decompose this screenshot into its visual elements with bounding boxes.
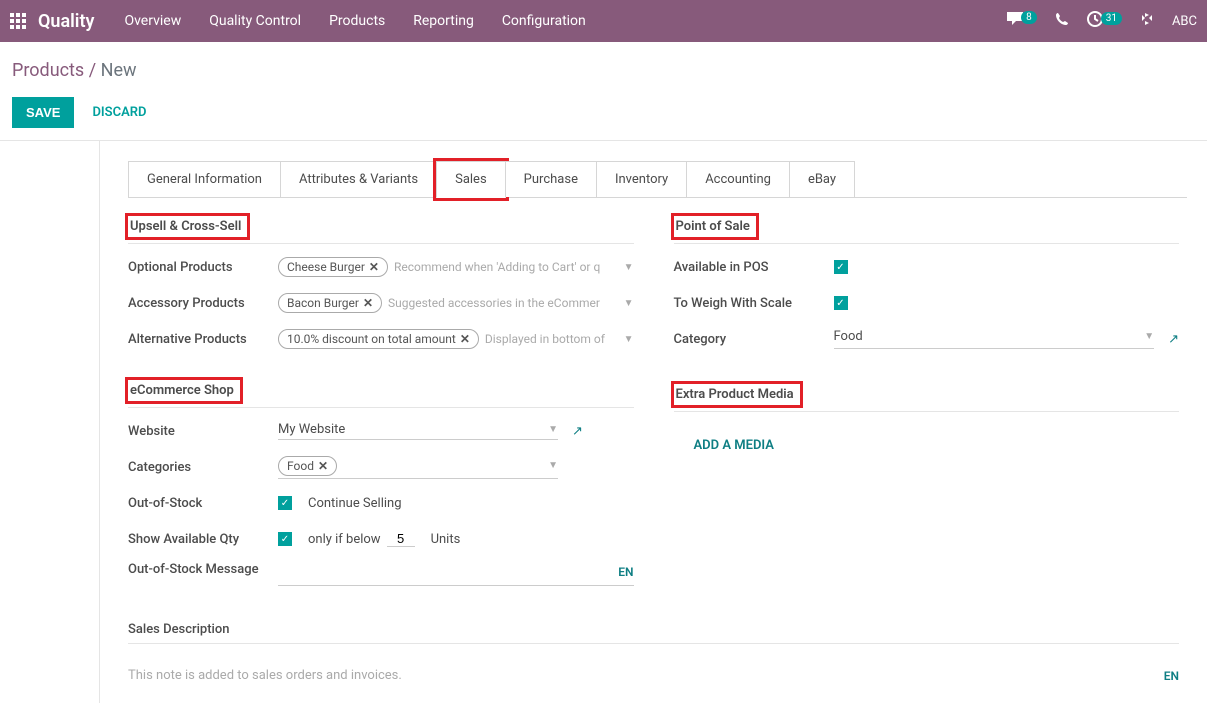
tab-purchase[interactable]: Purchase <box>505 161 597 197</box>
breadcrumb-current: New <box>101 60 137 81</box>
breadcrumb: Products / New <box>0 42 1207 89</box>
sales-description-input[interactable]: This note is added to sales orders and i… <box>128 668 1164 683</box>
nav-configuration[interactable]: Configuration <box>502 13 586 29</box>
language-indicator[interactable]: EN <box>618 565 633 579</box>
remove-tag-icon[interactable]: ✕ <box>369 260 379 274</box>
nav-products[interactable]: Products <box>329 13 385 29</box>
show-available-qty-checkbox[interactable]: ✓ <box>278 532 292 546</box>
add-media-button[interactable]: ADD A MEDIA <box>674 438 774 453</box>
alternative-products-tag[interactable]: 10.0% discount on total amount ✕ <box>278 329 479 349</box>
chevron-down-icon[interactable]: ▼ <box>624 334 634 345</box>
debug-icon[interactable] <box>1140 12 1154 30</box>
accessory-products-label: Accessory Products <box>128 296 278 311</box>
tabs: General Information Attributes & Variant… <box>128 161 1187 198</box>
section-media: Extra Product Media <box>674 384 1180 412</box>
accessory-products-tag[interactable]: Bacon Burger ✕ <box>278 293 382 313</box>
optional-products-label: Optional Products <box>128 260 278 275</box>
section-ecommerce: eCommerce Shop <box>128 380 634 408</box>
tab-sales[interactable]: Sales <box>436 161 506 198</box>
qty-threshold-input[interactable] <box>387 531 415 547</box>
tab-attributes-variants[interactable]: Attributes & Variants <box>280 161 437 197</box>
continue-selling-label: Continue Selling <box>308 496 402 511</box>
alternative-products-input[interactable]: Displayed in bottom of <box>485 332 618 346</box>
topbar: Quality Overview Quality Control Product… <box>0 0 1207 42</box>
tab-accounting[interactable]: Accounting <box>686 161 790 197</box>
tab-general-information[interactable]: General Information <box>128 161 281 197</box>
section-upsell: Upsell & Cross-Sell <box>128 216 634 244</box>
left-gutter <box>0 141 100 703</box>
section-pos: Point of Sale <box>674 216 1180 244</box>
section-sales-description: Sales Description <box>128 622 1179 644</box>
tab-ebay[interactable]: eBay <box>789 161 855 197</box>
optional-products-input[interactable]: Recommend when 'Adding to Cart' or q <box>394 260 618 274</box>
chevron-down-icon[interactable]: ▼ <box>548 424 558 435</box>
tab-inventory[interactable]: Inventory <box>596 161 687 197</box>
weigh-with-scale-label: To Weigh With Scale <box>674 296 834 311</box>
phone-icon[interactable] <box>1055 12 1069 30</box>
activity-badge: 31 <box>1101 12 1122 25</box>
optional-products-tag[interactable]: Cheese Burger ✕ <box>278 257 388 277</box>
pos-category-label: Category <box>674 332 834 347</box>
pos-category-select[interactable]: Food ▼ <box>834 329 1155 349</box>
weigh-with-scale-checkbox[interactable]: ✓ <box>834 296 848 310</box>
right-column: Point of Sale Available in POS ✓ To Weig… <box>674 216 1180 598</box>
nav-overview[interactable]: Overview <box>124 13 181 29</box>
messages-badge: 8 <box>1021 11 1037 24</box>
remove-tag-icon[interactable]: ✕ <box>363 296 373 310</box>
user-menu[interactable]: ABC <box>1172 14 1197 29</box>
out-of-stock-message-label: Out-of-Stock Message <box>128 562 278 577</box>
available-in-pos-label: Available in POS <box>674 260 834 275</box>
nav-quality-control[interactable]: Quality Control <box>209 13 301 29</box>
left-column: Upsell & Cross-Sell Optional Products Ch… <box>128 216 634 598</box>
continue-selling-checkbox[interactable]: ✓ <box>278 496 292 510</box>
language-indicator[interactable]: EN <box>1164 669 1179 683</box>
chevron-down-icon[interactable]: ▼ <box>548 460 558 471</box>
main-nav: Overview Quality Control Products Report… <box>124 13 585 29</box>
categories-input[interactable]: Food ✕ ▼ <box>278 456 558 479</box>
nav-reporting[interactable]: Reporting <box>413 13 474 29</box>
discard-button[interactable]: DISCARD <box>92 105 146 120</box>
website-select[interactable]: My Website ▼ <box>278 422 558 440</box>
show-available-qty-label: Show Available Qty <box>128 532 278 547</box>
accessory-products-input[interactable]: Suggested accessories in the eCommer <box>388 296 618 310</box>
alternative-products-label: Alternative Products <box>128 332 278 347</box>
save-button[interactable]: SAVE <box>12 97 74 128</box>
messages-icon[interactable]: 8 <box>1007 12 1037 30</box>
topbar-right: 8 31 ABC <box>1007 11 1197 31</box>
remove-tag-icon[interactable]: ✕ <box>318 459 328 473</box>
apps-icon[interactable] <box>10 13 26 29</box>
action-row: SAVE DISCARD <box>0 89 1207 141</box>
chevron-down-icon[interactable]: ▼ <box>1144 331 1154 342</box>
chevron-down-icon[interactable]: ▼ <box>624 262 634 273</box>
categories-label: Categories <box>128 460 278 475</box>
external-link-icon[interactable]: ↗ <box>1168 332 1179 347</box>
activity-icon[interactable]: 31 <box>1087 11 1122 31</box>
breadcrumb-root[interactable]: Products <box>12 60 84 81</box>
available-in-pos-checkbox[interactable]: ✓ <box>834 260 848 274</box>
out-of-stock-label: Out-of-Stock <box>128 496 278 511</box>
external-link-icon[interactable]: ↗ <box>572 424 583 439</box>
brand-title: Quality <box>38 11 94 32</box>
remove-tag-icon[interactable]: ✕ <box>460 332 470 346</box>
chevron-down-icon[interactable]: ▼ <box>624 298 634 309</box>
website-label: Website <box>128 424 278 439</box>
